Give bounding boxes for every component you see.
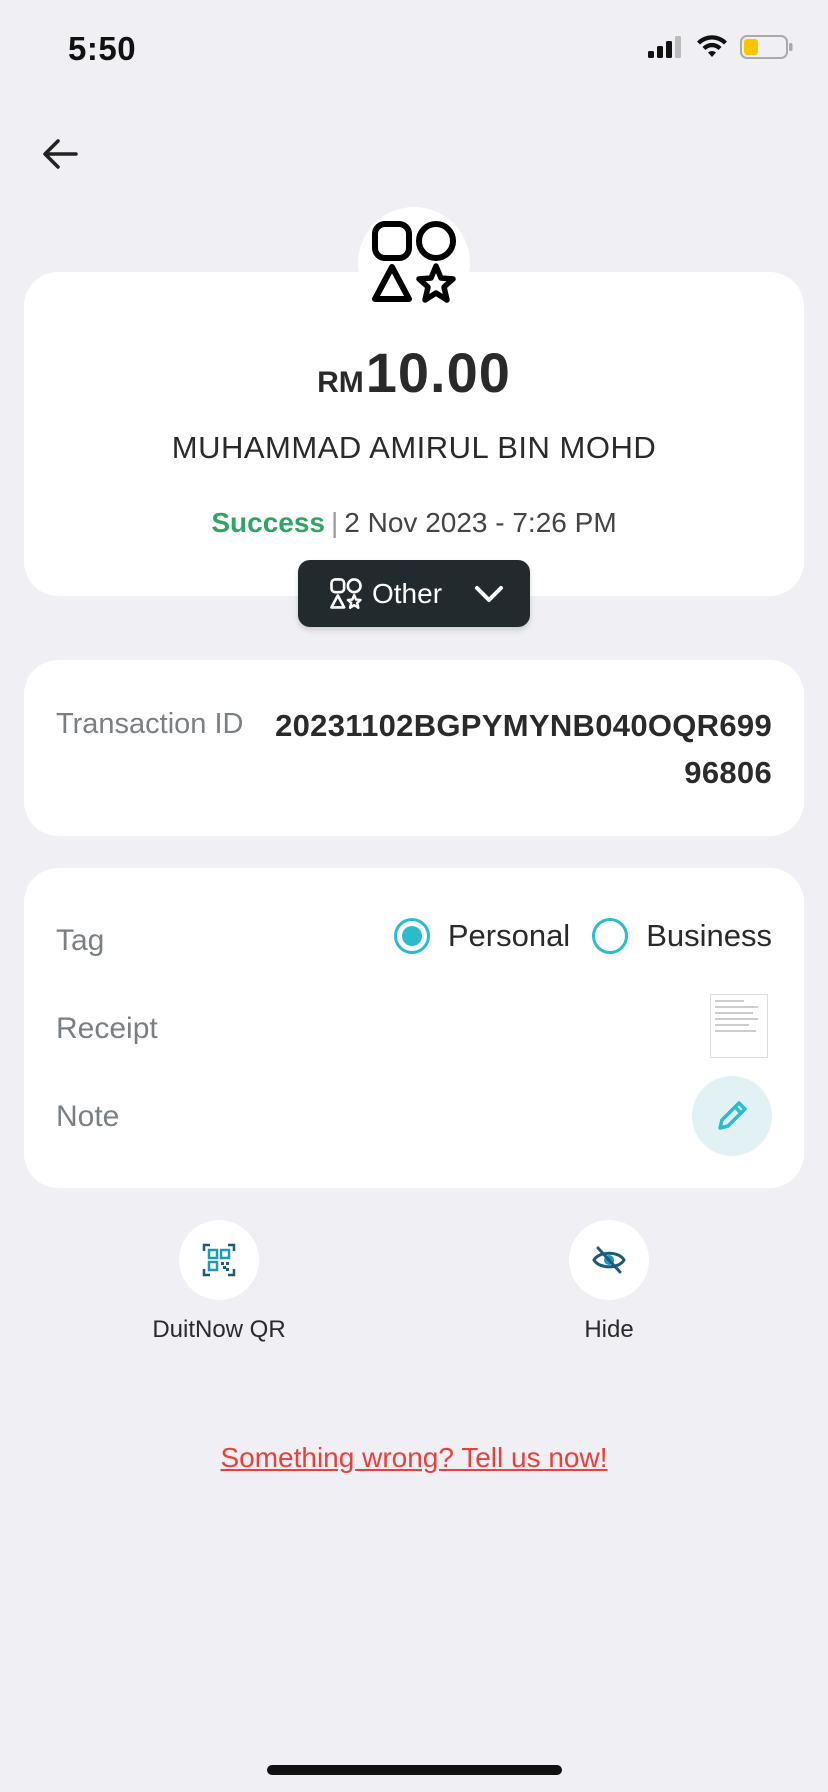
status-time: 5:50 <box>68 30 137 67</box>
status-bar: 5:50 <box>0 0 828 100</box>
hide-button[interactable]: Hide <box>539 1220 679 1346</box>
status-line: Success | 2 Nov 2023 - 7:26 PM <box>0 507 828 539</box>
receipt-label: Receipt <box>56 1012 158 1045</box>
duitnow-qr-circle <box>179 1220 259 1300</box>
note-label: Note <box>56 1100 120 1133</box>
battery-icon <box>740 35 793 59</box>
transaction-id-label: Transaction ID <box>56 708 244 740</box>
amount-value: 10.00 <box>365 341 511 404</box>
back-button[interactable] <box>34 128 86 180</box>
details-card: Tag Personal Business Receipt Note <box>24 868 804 1188</box>
category-dropdown[interactable]: Other <box>298 560 530 627</box>
qr-code-icon <box>202 1243 236 1277</box>
tag-business-option[interactable]: Business <box>592 918 772 954</box>
radio-unchecked-icon <box>592 918 629 954</box>
arrow-left-icon <box>43 139 78 169</box>
receipt-thumbnail[interactable] <box>710 994 768 1058</box>
home-indicator[interactable] <box>267 1765 562 1775</box>
status-icons <box>648 34 794 60</box>
signal-icon <box>648 36 681 58</box>
hide-label: Hide <box>584 1316 634 1343</box>
transaction-datetime: 2 Nov 2023 - 7:26 PM <box>344 507 617 538</box>
duitnow-qr-button[interactable]: DuitNow QR <box>149 1220 289 1346</box>
wifi-icon <box>697 35 727 57</box>
amount-currency: RM <box>317 366 364 399</box>
amount: RM10.00 <box>0 340 828 405</box>
hide-circle <box>569 1220 649 1300</box>
duitnow-qr-label: DuitNow QR <box>152 1316 286 1343</box>
status-separator: | <box>330 507 339 538</box>
note-edit-button[interactable] <box>692 1076 772 1156</box>
chevron-down-icon <box>475 585 503 602</box>
category-label: Other <box>372 577 443 609</box>
tag-label: Tag <box>56 924 105 957</box>
status-badge: Success <box>211 507 325 538</box>
transaction-id-card: Transaction ID 20231102BGPYMYNB040OQR699… <box>24 660 804 836</box>
recipient-name: MUHAMMAD AMIRUL BIN MOHD <box>171 430 657 465</box>
transaction-id-value: 20231102BGPYMYNB040OQR69996806 <box>275 708 772 790</box>
tag-business-label: Business <box>646 918 772 953</box>
shapes-icon <box>330 577 362 609</box>
report-problem-link[interactable]: Something wrong? Tell us now! <box>0 1442 828 1474</box>
pencil-icon <box>718 1101 747 1130</box>
tag-personal-label: Personal <box>447 918 571 953</box>
shapes-icon <box>372 221 456 303</box>
eye-off-icon <box>592 1246 626 1274</box>
tag-personal-option[interactable]: Personal <box>393 918 571 954</box>
tag-options: Personal Business <box>393 918 772 954</box>
category-icon-badge <box>358 207 470 319</box>
radio-checked-icon <box>393 918 430 954</box>
